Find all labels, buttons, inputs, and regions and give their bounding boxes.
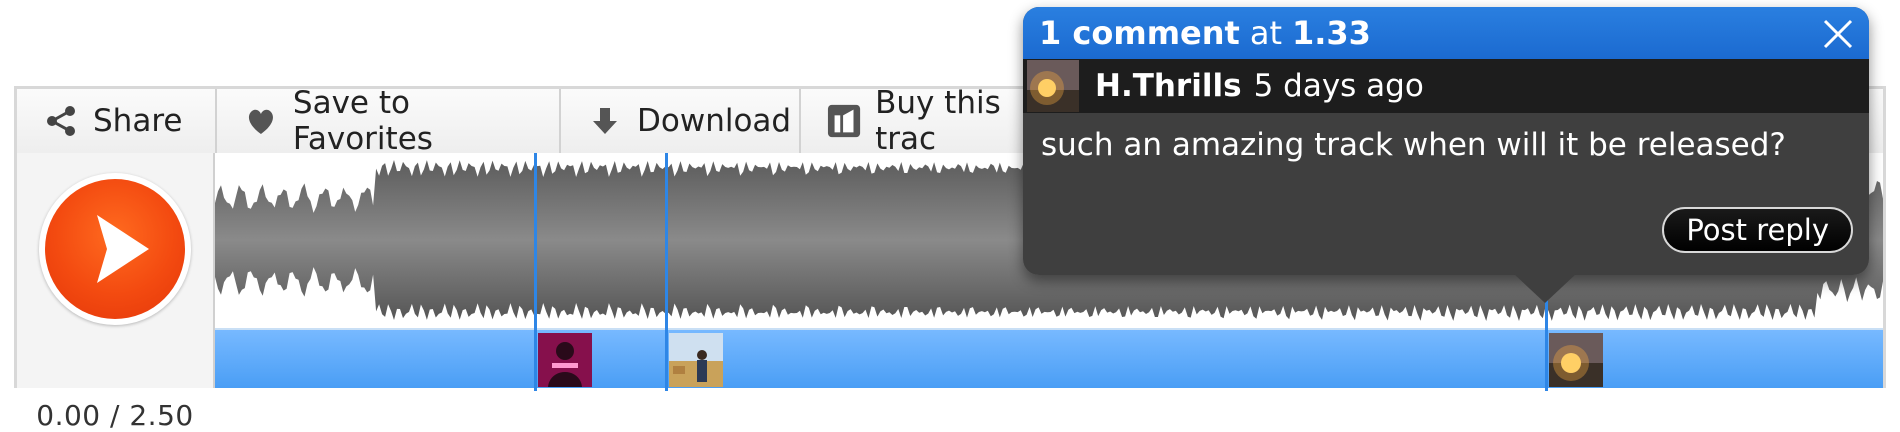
save-to-favorites-button[interactable]: Save to Favorites	[217, 85, 561, 157]
avatar[interactable]	[1027, 60, 1079, 112]
download-label: Download	[637, 103, 792, 139]
comment-username[interactable]: H.Thrills	[1095, 68, 1242, 104]
share-button[interactable]: Share	[17, 89, 217, 153]
favorites-label: Save to Favorites	[292, 85, 433, 157]
share-label: Share	[93, 103, 183, 139]
buy-icon	[827, 104, 861, 138]
comment-avatar-thumbnail[interactable]	[538, 333, 592, 387]
comment-avatar-thumbnail[interactable]	[669, 333, 723, 387]
comment-popup-header: 1 comment at 1.33	[1023, 7, 1869, 59]
share-icon	[47, 106, 75, 136]
comment-marker-line	[665, 153, 668, 391]
heart-icon	[248, 109, 273, 134]
comment-text: such an amazing track when will it be re…	[1041, 127, 1786, 163]
download-button[interactable]: Download	[561, 89, 801, 153]
comment-avatar-thumbnail[interactable]	[1549, 333, 1603, 387]
comment-popup-pointer	[1513, 273, 1577, 303]
comment-marker-line	[534, 153, 537, 391]
comment-timestamp: 1.33	[1291, 14, 1371, 52]
play-button[interactable]	[39, 173, 191, 325]
comment-popup-body: 1 comment at 1.33 H.Thrills 5 days ago s…	[1023, 7, 1869, 275]
play-button-face	[45, 179, 185, 319]
comment-at-label: at	[1249, 14, 1282, 52]
comment-posted-time: 5 days ago	[1253, 68, 1424, 104]
play-icon	[97, 215, 149, 283]
buy-button[interactable]: Buy this trac	[801, 85, 1061, 157]
comment-popup: 1 comment at 1.33 H.Thrills 5 days ago s…	[1023, 7, 1869, 303]
comment-count: 1 comment	[1039, 14, 1240, 52]
download-arrow-icon	[593, 108, 617, 134]
close-icon[interactable]	[1821, 17, 1855, 51]
comment-strip[interactable]	[215, 328, 1883, 388]
post-reply-button[interactable]: Post reply	[1662, 207, 1853, 253]
comment-user-row: H.Thrills 5 days ago	[1023, 59, 1869, 113]
time-display: 0.00 / 2.50	[36, 399, 194, 432]
player-controls: 0.00 / 2.50	[17, 153, 215, 432]
